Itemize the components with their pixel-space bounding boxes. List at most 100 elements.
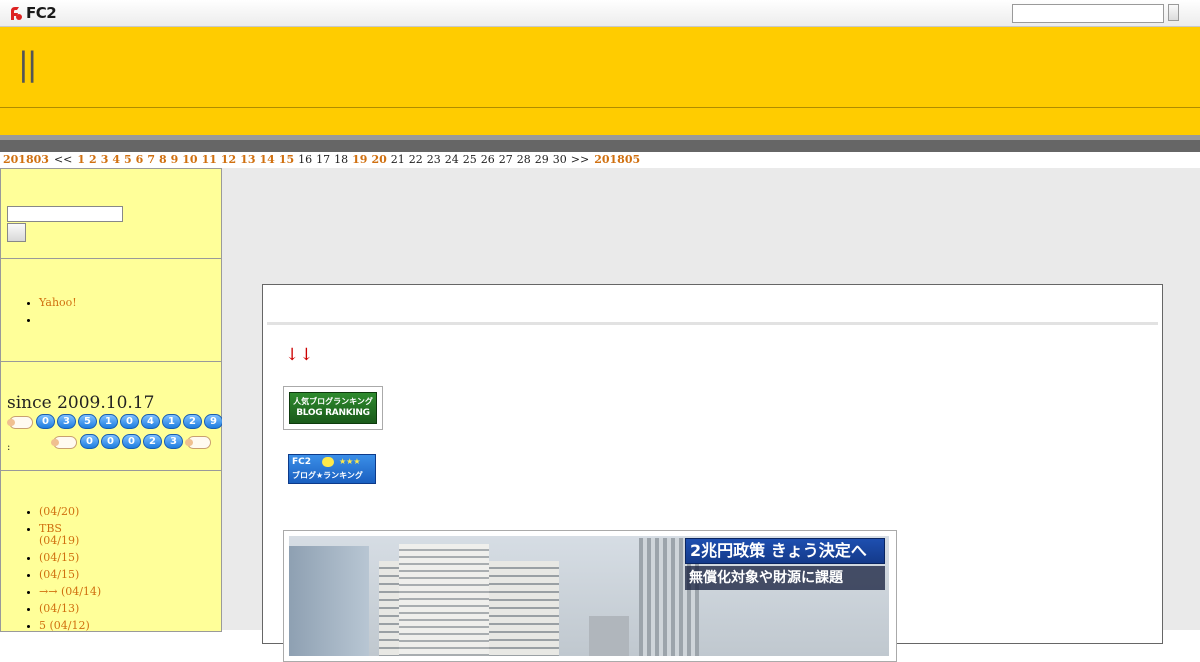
counter-digit-value: 0 xyxy=(126,416,133,427)
sheep-icon xyxy=(7,414,35,431)
calendar-day-link[interactable]: 9 xyxy=(171,153,179,166)
calendar-next-nav: >> xyxy=(570,153,590,166)
recent-entry-date: (04/15) xyxy=(39,551,80,564)
header-divider-dark xyxy=(0,140,1200,152)
total-counter-digits: 0 3 5 1 0 4 1 2 9 xyxy=(36,414,225,431)
calendar-day: 18 xyxy=(334,153,349,166)
sidebar-search-section xyxy=(1,169,221,259)
sidebar-search-input[interactable] xyxy=(7,206,123,222)
recent-entry-title[interactable]: 5 xyxy=(39,619,46,632)
recent-entry-title[interactable]: →→ xyxy=(39,585,57,598)
calendar-day-link[interactable]: 20 xyxy=(371,153,386,166)
counter-digit: 0 xyxy=(80,434,99,451)
calendar-day: 21 xyxy=(390,153,405,166)
calendar-day-link[interactable]: 10 xyxy=(182,153,197,166)
fc2-search-input[interactable] xyxy=(1012,4,1164,23)
calendar-day-link[interactable]: 19 xyxy=(352,153,367,166)
today-counter: 0 0 0 2 3 xyxy=(51,434,214,451)
counter-digit-value: 9 xyxy=(210,416,217,427)
recent-entry-item[interactable]: (04/15) xyxy=(39,552,221,564)
counter-digit: 0 xyxy=(120,414,139,431)
calendar-day-link[interactable]: 11 xyxy=(202,153,217,166)
calendar-prev-month-link[interactable]: 201803 xyxy=(3,153,49,166)
counter-digit: 1 xyxy=(162,414,181,431)
calendar-day-link[interactable]: 8 xyxy=(159,153,167,166)
sidebar-link-list: Yahoo! xyxy=(1,294,221,328)
recent-entry-item[interactable]: (04/13) xyxy=(39,603,221,615)
counter-since-text: since 2009.10.17 xyxy=(7,393,155,413)
recent-entry-item[interactable]: 5 (04/12) xyxy=(39,620,221,632)
blog-title[interactable]: || xyxy=(18,45,38,83)
sidebar-search-button[interactable] xyxy=(7,223,26,242)
calendar-day-link[interactable]: 7 xyxy=(147,153,155,166)
counter-digit-value: 1 xyxy=(105,416,112,427)
fc2-toolbar: FC2 xyxy=(0,0,1200,27)
news-photo[interactable]: 2兆円政策 きょう決定へ 無償化対象や財源に課題 xyxy=(289,536,889,656)
news-caption-subline: 無償化対象や財源に課題 xyxy=(685,566,885,590)
counter-digit: 3 xyxy=(57,414,76,431)
calendar-day-link[interactable]: 3 xyxy=(101,153,109,166)
news-photo-frame: 2兆円政策 きょう決定へ 無償化対象や財源に課題 xyxy=(283,530,897,662)
counter-digit-value: 3 xyxy=(63,416,70,427)
counter-digit: 2 xyxy=(143,434,162,451)
chick-icon xyxy=(322,457,334,467)
counter-digit-value: 0 xyxy=(86,436,93,447)
calendar-day: 16 xyxy=(298,153,313,166)
recent-entries-list: (04/20) TBS(04/19) (04/15) (04/15) →→ (04/… xyxy=(1,506,221,632)
calendar-day-link[interactable]: 6 xyxy=(136,153,144,166)
blog-ranking-badge: 人気ブログランキング BLOG RANKING xyxy=(289,392,377,424)
counter-digit: 5 xyxy=(78,414,97,431)
recent-entry-item[interactable]: TBS(04/19) xyxy=(39,523,221,547)
counter-digit: 0 xyxy=(36,414,55,431)
fc2-logo[interactable]: FC2 xyxy=(8,4,57,22)
calendar-day: 22 xyxy=(408,153,423,166)
sidebar-link-yahoo[interactable]: Yahoo! xyxy=(39,294,221,311)
calendar-day: 25 xyxy=(462,153,477,166)
calendar-strip: 201803 << 1 2 3 4 5 6 7 8 9 10 11 12 13 14 15 16 17 18 19 20 2… xyxy=(3,153,644,166)
recent-entry-item[interactable]: (04/15) xyxy=(39,569,221,581)
counter-digit-value: 5 xyxy=(84,416,91,427)
fc2-ranking-banner-text: ブログ★ランキング xyxy=(292,471,363,480)
counter-digit-value: 2 xyxy=(149,436,156,447)
counter-digit-value: 0 xyxy=(128,436,135,447)
calendar-day: 30 xyxy=(552,153,567,166)
calendar-day-link[interactable]: 15 xyxy=(279,153,294,166)
calendar-day: 27 xyxy=(498,153,513,166)
calendar-day-link[interactable]: 5 xyxy=(124,153,132,166)
blog-ranking-banner[interactable]: 人気ブログランキング BLOG RANKING xyxy=(283,386,383,430)
entry-title-divider xyxy=(267,322,1158,325)
calendar-day: 29 xyxy=(534,153,549,166)
counter-colon: : xyxy=(7,442,11,453)
calendar-day-link[interactable]: 12 xyxy=(221,153,236,166)
counter-digit: 3 xyxy=(164,434,183,451)
calendar-day-link[interactable]: 13 xyxy=(240,153,255,166)
recent-entry-item[interactable]: (04/20) xyxy=(39,506,221,518)
counter-digit-value: 1 xyxy=(168,416,175,427)
fc2-ranking-banner[interactable]: FC2 ★★★ ブログ★ランキング xyxy=(288,454,376,484)
blog-ranking-banner-jp: 人気ブログランキング xyxy=(293,397,373,406)
counter-digit-value: 3 xyxy=(170,436,177,447)
calendar-day-link[interactable]: 4 xyxy=(112,153,120,166)
counter-digit-value: 2 xyxy=(189,416,196,427)
news-caption: 2兆円政策 きょう決定へ 無償化対象や財源に課題 xyxy=(685,538,887,592)
calendar-day-link[interactable]: 2 xyxy=(89,153,97,166)
calendar-next-month-link[interactable]: 201805 xyxy=(594,153,640,166)
calendar-day: 28 xyxy=(516,153,531,166)
calendar-day-link[interactable]: 14 xyxy=(260,153,275,166)
recent-entry-date: (04/19) xyxy=(39,534,80,547)
recent-entry-date: (04/15) xyxy=(39,568,80,581)
calendar-day: 24 xyxy=(444,153,459,166)
blog-ranking-banner-en: BLOG RANKING xyxy=(296,408,370,418)
recent-entry-item[interactable]: →→ (04/14) xyxy=(39,586,221,598)
entry-arrows: ↓↓ xyxy=(285,345,314,365)
sidebar-link[interactable] xyxy=(39,311,221,328)
recent-entry-date: (04/12) xyxy=(49,619,90,632)
fc2-search-button[interactable] xyxy=(1168,4,1179,21)
calendar-day-link[interactable]: 1 xyxy=(77,153,85,166)
sidebar-links-section: Yahoo! xyxy=(1,259,221,362)
sidebar: Yahoo! since 2009.10.17 0 3 5 1 0 4 1 2 9 : 0 0 0 2… xyxy=(0,168,251,632)
recent-entry-date: (04/20) xyxy=(39,505,80,518)
fc2-logo-text: FC2 xyxy=(26,4,57,22)
news-caption-headline: 2兆円政策 きょう決定へ xyxy=(685,538,885,564)
calendar-day: 26 xyxy=(480,153,495,166)
